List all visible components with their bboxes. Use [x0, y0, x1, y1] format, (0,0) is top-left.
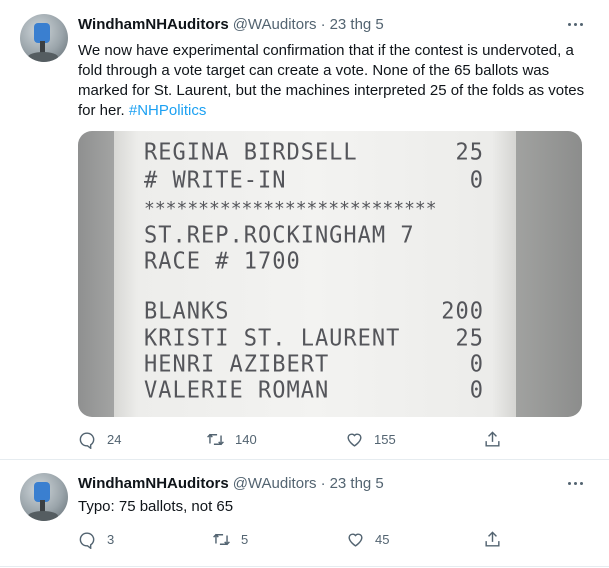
- share-button[interactable]: [483, 429, 502, 449]
- tweet[interactable]: WindhamNHAuditors @WAuditors · 23 thg 5 …: [0, 0, 609, 460]
- like-count: 45: [375, 531, 390, 547]
- separator-dot: ·: [320, 15, 326, 33]
- like-button[interactable]: 155: [345, 429, 396, 449]
- avatar[interactable]: [20, 473, 68, 521]
- tweet-date[interactable]: 23 thg 5: [330, 16, 384, 33]
- tweet-text: We now have experimental confirmation th…: [78, 41, 588, 121]
- separator-dot: ·: [320, 474, 326, 492]
- like-icon: [348, 533, 363, 547]
- like-button[interactable]: 45: [346, 529, 389, 549]
- receipt-line: ST.REP.ROCKINGHAM 7: [144, 222, 415, 249]
- share-icon: [485, 530, 500, 547]
- reply-button[interactable]: 3: [78, 529, 114, 549]
- display-name[interactable]: WindhamNHAuditors: [78, 16, 229, 33]
- avatar[interactable]: [20, 14, 68, 62]
- receipt-line: KRISTI ST. LAURENT 25: [144, 325, 484, 352]
- receipt-printout: REGINA BIRDSELL 25 # WRITE-IN 0 **********…: [144, 131, 494, 417]
- user-handle[interactable]: @WAuditors: [233, 16, 317, 33]
- retweet-icon: [213, 533, 230, 545]
- reply-count: 3: [107, 531, 115, 547]
- display-name[interactable]: WindhamNHAuditors: [78, 475, 229, 492]
- retweet-button[interactable]: 140: [206, 429, 257, 449]
- hashtag-link[interactable]: #NHPolitics: [129, 102, 207, 119]
- retweet-icon: [207, 433, 224, 445]
- tweet-header: WindhamNHAuditors @WAuditors · 23 thg 5: [78, 14, 384, 34]
- reply-icon: [79, 431, 95, 449]
- retweet-button[interactable]: 5: [212, 529, 248, 549]
- tweet-actions: 24 140 155: [78, 429, 508, 449]
- tweet[interactable]: WindhamNHAuditors @WAuditors · 23 thg 5 …: [0, 460, 609, 567]
- like-count: 155: [374, 431, 396, 447]
- receipt-line: VALERIE ROMAN 0: [144, 377, 484, 404]
- receipt-line: HENRI AZIBERT 0: [144, 351, 484, 378]
- receipt-line: ***************************: [144, 198, 437, 221]
- more-icon[interactable]: [563, 14, 587, 34]
- more-icon[interactable]: [563, 473, 587, 493]
- receipt-line: RACE # 1700: [144, 248, 301, 275]
- tweet-header: WindhamNHAuditors @WAuditors · 23 thg 5: [78, 473, 384, 493]
- user-handle[interactable]: @WAuditors: [233, 475, 317, 492]
- reply-icon: [79, 531, 95, 549]
- tweet-date[interactable]: 23 thg 5: [330, 475, 384, 492]
- tweet-text: Typo: 75 ballots, not 65: [78, 497, 588, 517]
- retweet-count: 140: [235, 431, 257, 447]
- receipt-line: REGINA BIRDSELL 25: [144, 139, 484, 166]
- like-icon: [347, 433, 362, 447]
- reply-count: 24: [107, 431, 122, 447]
- share-button[interactable]: [483, 529, 502, 549]
- tweet-body: Typo: 75 ballots, not 65: [78, 498, 234, 515]
- receipt-line: # WRITE-IN 0: [144, 167, 484, 194]
- tweet-actions: 3 5 45: [78, 529, 508, 549]
- retweet-count: 5: [241, 531, 249, 547]
- reply-button[interactable]: 24: [78, 429, 121, 449]
- tweet-photo[interactable]: REGINA BIRDSELL 25 # WRITE-IN 0 **********…: [78, 131, 582, 417]
- share-icon: [485, 430, 500, 447]
- receipt-line: BLANKS 200: [144, 298, 484, 325]
